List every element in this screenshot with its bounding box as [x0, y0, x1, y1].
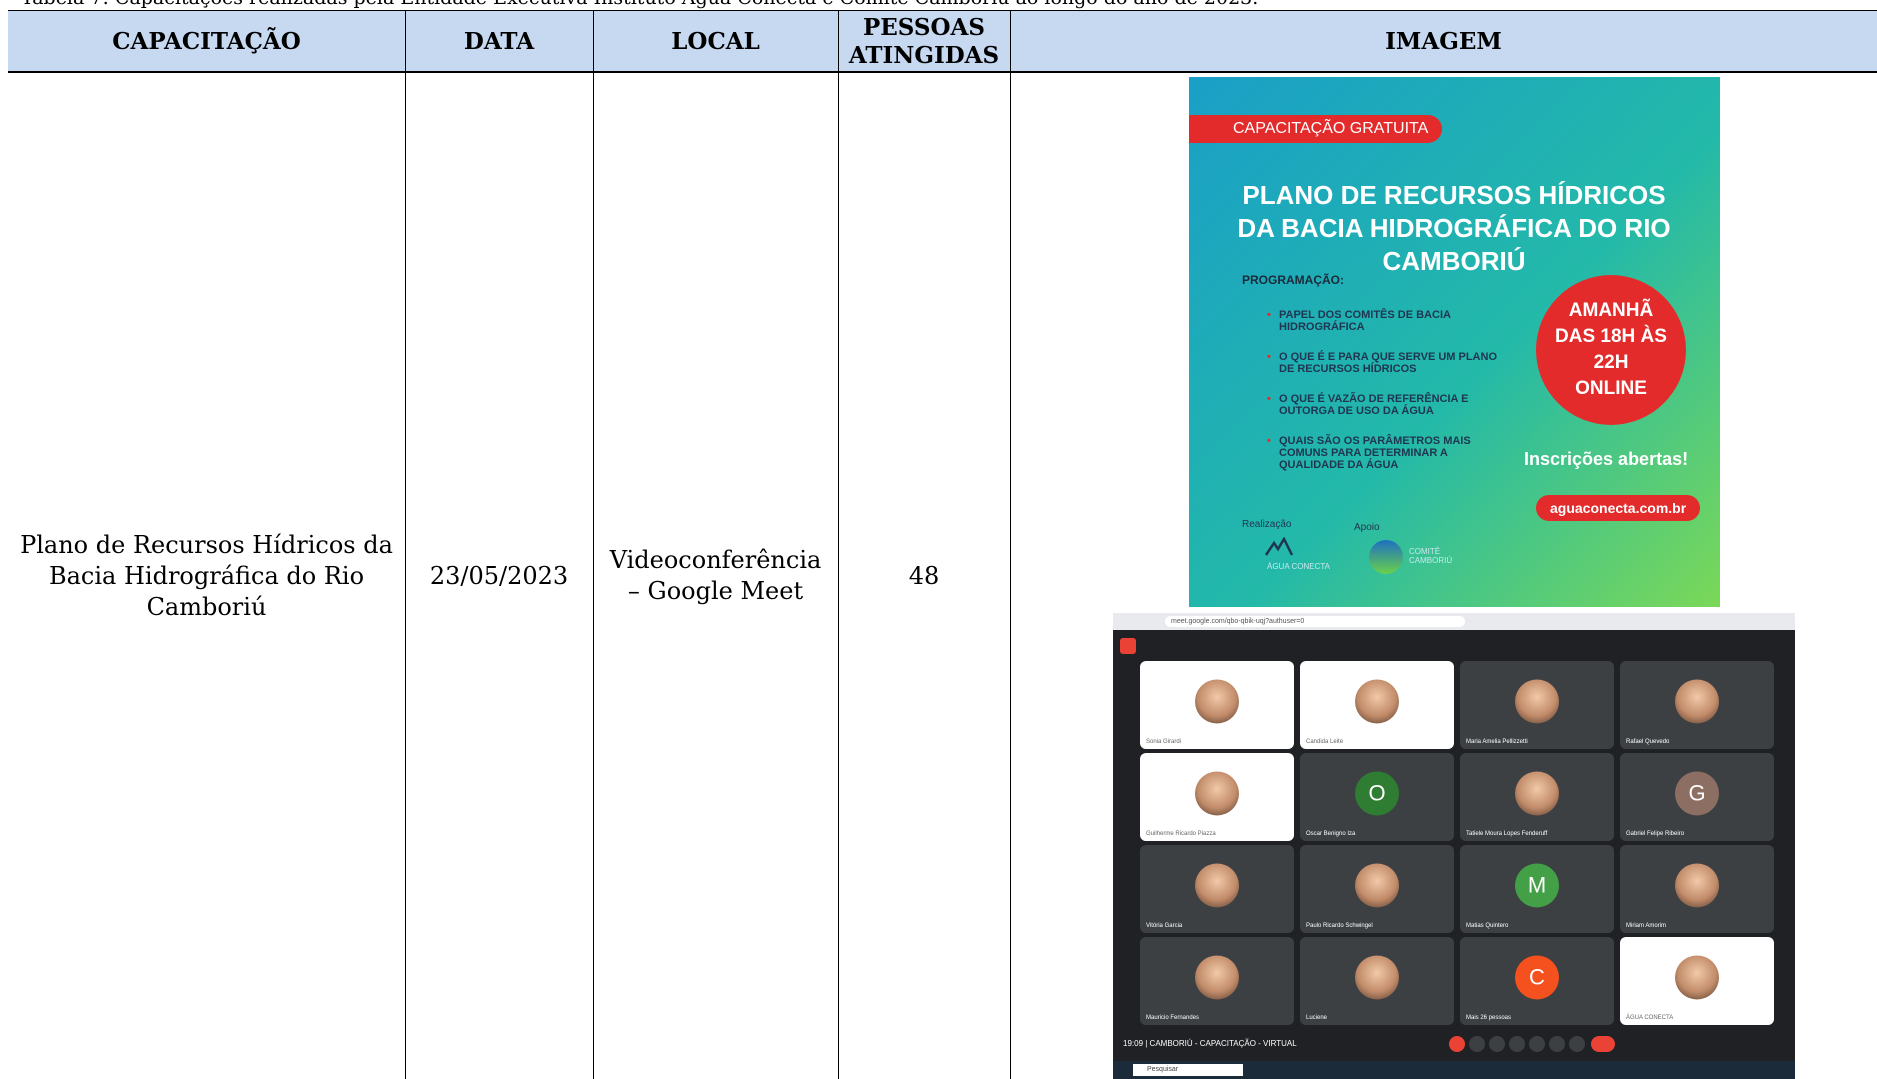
browser-url: meet.google.com/qbo-qbik-uqj?authuser=0 [1165, 616, 1465, 627]
participant-photo [1355, 679, 1399, 724]
participant-tile: Miriam Amorim [1620, 845, 1774, 933]
comite-camboriu-logo-icon [1369, 540, 1403, 574]
participant-tile: C Mais 26 pessoas [1460, 937, 1614, 1025]
flyer-program-item: O QUE É E PARA QUE SERVE UM PLANO DE REC… [1267, 351, 1497, 375]
meet-footer-text: 19:09 | CAMBORIÚ - CAPACITAÇÃO - VIRTUAL [1123, 1039, 1297, 1048]
participant-name: Oscar Benigno Iza [1306, 831, 1356, 837]
participant-tile: Tatiele Moura Lopes Fenderuff [1460, 753, 1614, 841]
participant-name: Paulo Ricardo Schwingel [1306, 923, 1373, 929]
header-imagem: IMAGEM [1385, 27, 1502, 55]
participant-tile: Guilherme Ricardo Piazza [1140, 753, 1294, 841]
emoji-icon [1509, 1036, 1525, 1052]
participant-name: Sonia Girardi [1146, 739, 1182, 745]
flyer-title: PLANO DE RECURSOS HÍDRICOS DA BACIA HIDR… [1237, 180, 1671, 276]
participant-tile: Mauricio Fernandes [1140, 937, 1294, 1025]
participant-tile: Vitória Garcia [1140, 845, 1294, 933]
header-local: LOCAL [671, 27, 760, 55]
participant-photo [1195, 955, 1239, 1000]
table-caption: Tabela 7: Capacitações realizadas pela E… [21, 0, 1258, 9]
participant-photo [1195, 679, 1239, 724]
taskbar: Pesquisar [1113, 1061, 1795, 1079]
cell-local: Videoconferência – Google Meet [609, 546, 822, 605]
participant-photo [1195, 771, 1239, 816]
participant-photo [1195, 863, 1239, 908]
participant-name: Candida Leite [1306, 739, 1344, 745]
logo-agua-text: ÁGUA CONECTA [1267, 562, 1330, 571]
end-call-icon [1591, 1036, 1615, 1052]
participant-tile: ÁGUA CONECTA [1620, 937, 1774, 1025]
cell-pessoas: 48 [908, 561, 940, 590]
flyer-program-item: QUAIS SÃO OS PARÂMETROS MAIS COMUNS PARA… [1267, 435, 1497, 471]
participant-photo [1675, 679, 1719, 724]
participant-initial-avatar: G [1675, 771, 1719, 816]
flyer-url: aguaconecta.com.br [1536, 495, 1701, 521]
logo-comite-text: COMITÊ CAMBORIÚ [1409, 547, 1453, 565]
participant-tile: O Oscar Benigno Iza [1300, 753, 1454, 841]
participant-name: Luciene [1306, 1015, 1328, 1021]
flyer-program-list: PAPEL DOS COMITÊS DE BACIA HIDROGRÁFICA … [1267, 309, 1497, 489]
taskbar-search: Pesquisar [1133, 1064, 1243, 1076]
participant-photo [1515, 771, 1559, 816]
participant-tile: Rafael Quevedo [1620, 661, 1774, 749]
participant-initial-avatar: M [1515, 863, 1559, 908]
flyer-schedule-circle: AMANHÃ DAS 18H ÀS 22H ONLINE [1536, 275, 1686, 425]
participant-photo [1355, 955, 1399, 1000]
captions-icon [1489, 1036, 1505, 1052]
cell-capacitacao: Plano de Recursos Hídricos da Bacia Hidr… [20, 530, 393, 621]
flyer-realizacao-label: Realização [1242, 519, 1292, 530]
flyer-apoio-label: Apoio [1354, 522, 1380, 533]
flyer-program-item: O QUE É VAZÃO DE REFERÊNCIA E OUTORGA DE… [1267, 393, 1497, 417]
participant-tile: Candida Leite [1300, 661, 1454, 749]
participant-name: Guilherme Ricardo Piazza [1146, 831, 1216, 837]
participant-photo [1675, 955, 1719, 1000]
header-data: DATA [463, 27, 535, 55]
flyer-circle-line: AMANHÃ [1568, 300, 1654, 321]
flyer-circle-line: DAS 18H ÀS 22H [1555, 326, 1667, 373]
agua-conecta-logo-icon [1264, 537, 1294, 556]
present-icon [1529, 1036, 1545, 1052]
participant-name: Matias Quintero [1466, 923, 1509, 929]
participant-name: Mais 26 pessoas [1466, 1015, 1512, 1021]
header-pessoas: PESSOAS ATINGIDAS [848, 13, 1000, 69]
table-header: CAPACITAÇÃO DATA LOCAL PESSOAS ATINGIDAS… [8, 10, 1877, 73]
participant-name: Vitória Garcia [1146, 923, 1183, 929]
google-meet-screenshot: meet.google.com/qbo-qbik-uqj?authuser=0 … [1113, 613, 1795, 1079]
participant-tile: Maria Amelia Pellizzetti [1460, 661, 1614, 749]
flyer-program-label: PROGRAMAÇÃO: [1242, 273, 1344, 287]
participant-photo [1355, 863, 1399, 908]
participant-name: Mauricio Fernandes [1146, 1015, 1200, 1021]
participant-name: Rafael Quevedo [1626, 739, 1670, 745]
mic-off-icon [1449, 1036, 1465, 1052]
participant-name: ÁGUA CONECTA [1626, 1015, 1674, 1021]
flyer-badge: CAPACITAÇÃO GRATUITA [1189, 115, 1443, 143]
cell-data: 23/05/2023 [429, 561, 569, 590]
participant-name: Miriam Amorim [1626, 923, 1666, 929]
record-icon [1120, 638, 1136, 654]
participant-tile: Paulo Ricardo Schwingel [1300, 845, 1454, 933]
participant-photo [1675, 863, 1719, 908]
participant-name: Gabriel Felipe Ribeiro [1626, 831, 1685, 837]
camera-icon [1469, 1036, 1485, 1052]
flyer-circle-line: ONLINE [1575, 378, 1647, 399]
flyer-program-item: PAPEL DOS COMITÊS DE BACIA HIDROGRÁFICA [1267, 309, 1497, 333]
participant-name: Maria Amelia Pellizzetti [1466, 739, 1528, 745]
participant-name: Tatiele Moura Lopes Fenderuff [1466, 831, 1548, 837]
participant-tile: Luciene [1300, 937, 1454, 1025]
more-options-icon [1569, 1036, 1585, 1052]
participant-initial-avatar: C [1515, 955, 1559, 1000]
browser-bar: meet.google.com/qbo-qbik-uqj?authuser=0 [1113, 613, 1795, 630]
participant-tile: M Matias Quintero [1460, 845, 1614, 933]
participant-tile: Sonia Girardi [1140, 661, 1294, 749]
participant-photo [1515, 679, 1559, 724]
column-divider [1010, 10, 1011, 1079]
header-capacitacao: CAPACITAÇÃO [112, 27, 301, 55]
column-divider [593, 10, 594, 1079]
participant-tile: G Gabriel Felipe Ribeiro [1620, 753, 1774, 841]
flyer-inscricoes: Inscrições abertas! [1524, 449, 1689, 469]
flyer-image: CAPACITAÇÃO GRATUITA PLANO DE RECURSOS H… [1189, 77, 1720, 607]
participant-initial-avatar: O [1355, 771, 1399, 816]
raise-hand-icon [1549, 1036, 1565, 1052]
